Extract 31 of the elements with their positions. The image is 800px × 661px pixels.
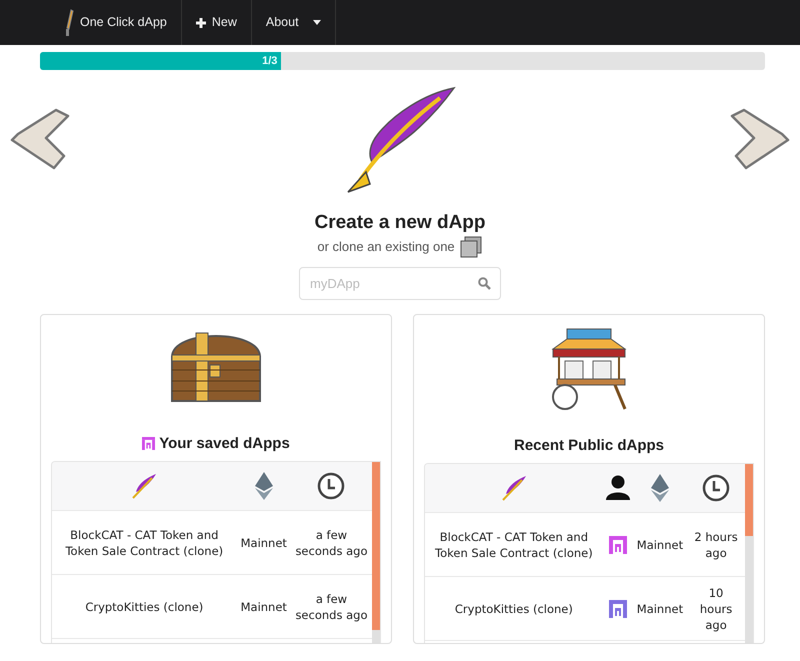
clock-icon <box>702 474 730 502</box>
about-dropdown[interactable]: About <box>252 0 336 45</box>
panel-title: Recent Public dApps <box>514 436 664 455</box>
table-cell: Mainnet <box>632 512 688 577</box>
ethereum-icon <box>254 472 273 500</box>
table-cell: BlockCAT - CAT Token and Token Sale Contract (clone) <box>52 510 237 575</box>
pen-icon <box>64 8 74 36</box>
quill-icon <box>500 474 528 502</box>
page-title: Create a new dApp <box>314 212 486 235</box>
search-field[interactable]: myDApp <box>299 266 501 300</box>
brand-link[interactable]: One Click dApp <box>50 0 182 45</box>
subtitle: or clone an existing one <box>317 238 455 256</box>
progress-fill: 1/3 <box>40 52 282 70</box>
clock-icon <box>317 472 346 500</box>
table-cell: Mainnet <box>236 510 291 575</box>
panel-title: Your saved dApps <box>159 434 290 453</box>
scrollbar[interactable] <box>372 462 380 643</box>
table-cell: BlockCAT - CAT Token and Token Sale Contract (clone) <box>425 512 603 577</box>
table-cell: Mainnet <box>632 576 688 641</box>
ethereum-icon <box>650 474 669 502</box>
plus-icon <box>196 18 206 28</box>
caret-icon <box>312 20 321 25</box>
copy-icon[interactable] <box>458 234 483 259</box>
table-cell: CryptoKitties (clone) <box>425 576 603 641</box>
table-cell: CryptoKitties (clone) <box>52 574 237 639</box>
new-link[interactable]: New <box>182 0 252 45</box>
scrollbar[interactable] <box>745 464 753 643</box>
quill-icon <box>130 472 158 500</box>
person-icon <box>604 474 632 502</box>
table-cell: Mainnet <box>236 574 291 639</box>
search-icon[interactable] <box>478 276 491 290</box>
